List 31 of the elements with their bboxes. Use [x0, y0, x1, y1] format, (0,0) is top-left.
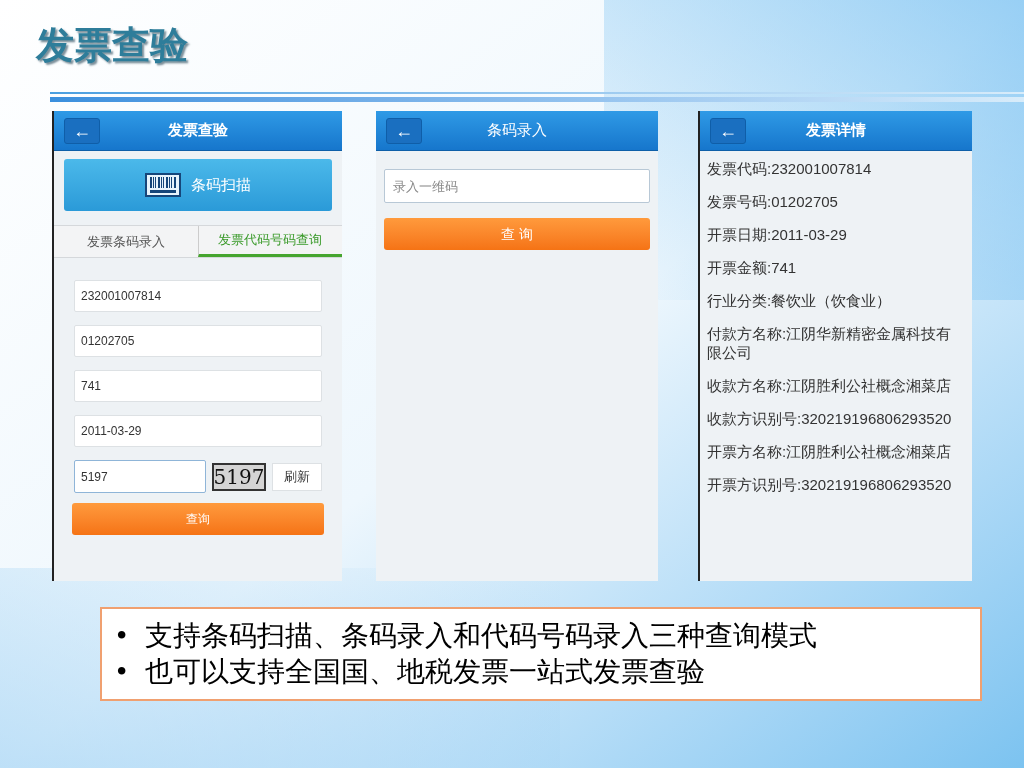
barcode-icon — [145, 173, 181, 197]
captcha-field[interactable]: 5197 — [74, 460, 206, 493]
back-button[interactable]: ← — [386, 117, 422, 144]
detail-line: 行业分类:餐饮业（饮食业） — [707, 291, 893, 310]
bullet-text: 支持条码扫描、条码录入和代码号码录入三种查询模式 — [145, 618, 818, 654]
screen-title: 条码录入 — [486, 120, 548, 141]
back-button[interactable]: ← — [710, 117, 746, 144]
screen-title: 发票详情 — [805, 120, 867, 141]
barcode-input-field[interactable]: 录入一维码 — [384, 169, 650, 203]
input-field[interactable]: 2011-03-29 — [74, 415, 322, 447]
captcha-image: 5197 — [212, 462, 266, 491]
detail-line: 付款方名称:江阴华新精密金属科技有限公司 — [707, 324, 953, 362]
bullet-marker: • — [114, 656, 130, 689]
slide-title: 发票查验 — [36, 26, 189, 64]
detail-line: 开票方识别号:320219196806293520 — [707, 475, 953, 494]
input-field[interactable]: 741 — [74, 370, 322, 402]
input-field[interactable]: 232001007814 — [74, 280, 322, 312]
screen-title: 发票查验 — [167, 120, 229, 141]
detail-line: 发票号码:01202705 — [707, 192, 839, 211]
refresh-button[interactable]: 刷新 — [272, 462, 322, 491]
detail-line: 开票金额:741 — [707, 258, 798, 277]
detail-line: 收款方识别号:320219196806293520 — [707, 409, 953, 428]
bullet-text: 也可以支持全国国、地税发票一站式发票查验 — [145, 654, 706, 690]
detail-line: 开票日期:2011-03-29 — [707, 225, 848, 244]
detail-line: 发票代码:232001007814 — [707, 159, 873, 178]
input-field[interactable]: 01202705 — [74, 325, 322, 357]
detail-line: 收款方名称:江阴胜利公社概念湘菜店 — [707, 376, 953, 395]
bullet-marker: • — [114, 620, 130, 653]
tab[interactable]: 发票条码录入 — [54, 226, 198, 257]
back-button[interactable]: ← — [64, 117, 100, 144]
detail-line: 开票方名称:江阴胜利公社概念湘菜店 — [707, 442, 953, 461]
